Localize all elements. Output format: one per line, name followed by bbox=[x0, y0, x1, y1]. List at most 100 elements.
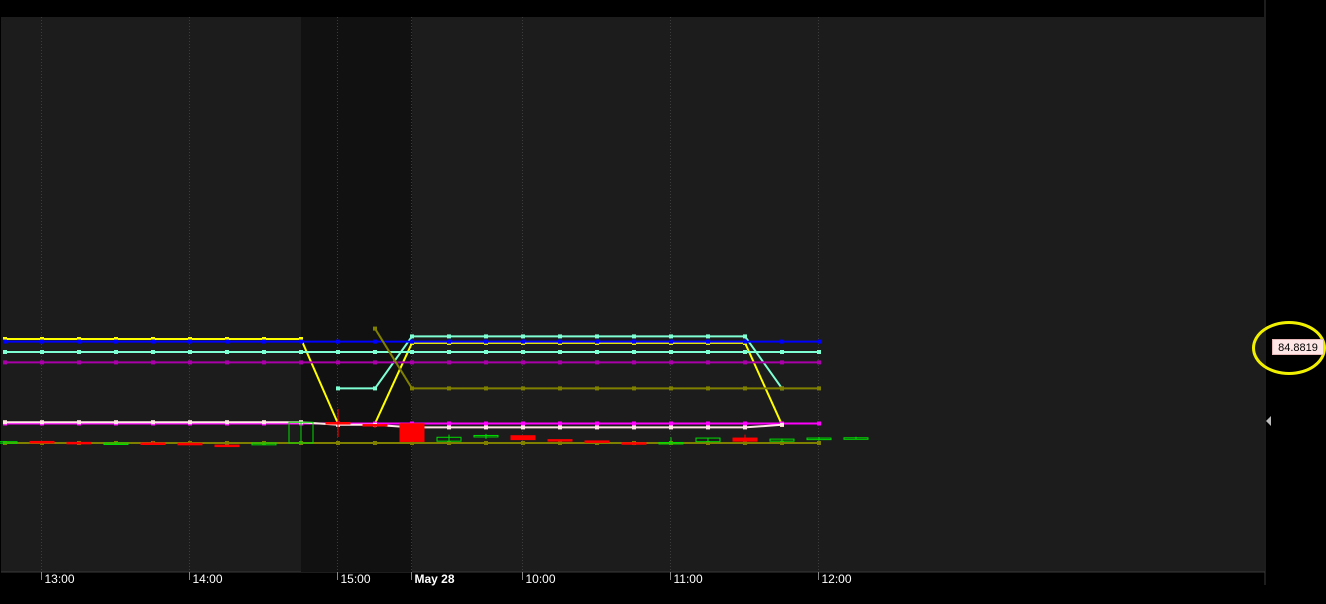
series-point bbox=[817, 350, 821, 354]
series-point bbox=[706, 386, 710, 391]
series-point bbox=[336, 339, 340, 344]
series-point bbox=[77, 360, 81, 365]
series-point bbox=[3, 360, 7, 365]
candle-body bbox=[214, 444, 240, 448]
series-point bbox=[558, 421, 562, 426]
series-point bbox=[262, 360, 266, 365]
series-point bbox=[558, 425, 562, 430]
series-point bbox=[225, 339, 229, 344]
series-point bbox=[780, 386, 784, 391]
series-point bbox=[743, 425, 747, 430]
series-point bbox=[817, 386, 821, 391]
series-point bbox=[669, 360, 673, 365]
series-point bbox=[521, 360, 525, 365]
series-point bbox=[743, 334, 747, 339]
series-point bbox=[743, 386, 747, 391]
series-point bbox=[77, 350, 81, 354]
series-point bbox=[780, 350, 784, 354]
series-point bbox=[632, 386, 636, 391]
series-point bbox=[817, 360, 821, 365]
series-point bbox=[558, 334, 562, 339]
series-point bbox=[447, 425, 451, 430]
series-point bbox=[558, 360, 562, 365]
chart-svg[interactable]: 13:00 14:00 15:00 May 28 10:00 11:00 12:00 bbox=[0, 0, 1326, 599]
series-point bbox=[706, 350, 710, 354]
series-point bbox=[373, 326, 377, 331]
series-point bbox=[410, 386, 414, 391]
series-point bbox=[373, 386, 377, 391]
series-point bbox=[299, 360, 303, 365]
series-point bbox=[521, 386, 525, 391]
series-point bbox=[225, 441, 229, 445]
x-tick-label: 12:00 bbox=[822, 572, 852, 586]
series-point bbox=[595, 339, 599, 344]
series-point bbox=[632, 360, 636, 365]
series-point bbox=[521, 421, 525, 426]
price-chart[interactable]: 13:00 14:00 15:00 May 28 10:00 11:00 12:00 84.… bbox=[0, 0, 1326, 599]
series-point bbox=[336, 350, 340, 354]
series-point bbox=[706, 425, 710, 430]
series-point bbox=[632, 350, 636, 354]
plot-area bbox=[1, 0, 1264, 572]
series-point bbox=[262, 339, 266, 344]
series-point bbox=[114, 360, 118, 365]
x-tick-label: 11:00 bbox=[674, 572, 703, 586]
series-point bbox=[447, 339, 451, 344]
x-tick-label: 13:00 bbox=[45, 572, 75, 586]
series-point bbox=[521, 425, 525, 430]
series-point bbox=[669, 339, 673, 344]
series-point bbox=[484, 421, 488, 426]
series-point bbox=[188, 420, 192, 425]
series-point bbox=[114, 420, 118, 425]
series-point bbox=[151, 420, 155, 425]
series-point bbox=[447, 334, 451, 339]
x-tick-label: May 28 bbox=[415, 572, 455, 586]
candle-body bbox=[29, 440, 55, 444]
series-point bbox=[77, 339, 81, 344]
series-point bbox=[669, 421, 673, 426]
series-point bbox=[151, 360, 155, 365]
series-point bbox=[447, 360, 451, 365]
series-point bbox=[336, 360, 340, 365]
series-point bbox=[114, 339, 118, 344]
series-point bbox=[410, 334, 414, 339]
series-point bbox=[743, 350, 747, 354]
candle-body bbox=[177, 442, 203, 446]
series-point bbox=[114, 350, 118, 354]
series-point bbox=[706, 339, 710, 344]
series-point bbox=[40, 339, 44, 344]
last-price-label: 84.8819 bbox=[1272, 339, 1324, 355]
series-point bbox=[632, 425, 636, 430]
series-point bbox=[743, 360, 747, 365]
x-tick-label: 15:00 bbox=[341, 572, 371, 586]
series-point bbox=[521, 441, 525, 445]
series-point bbox=[3, 350, 7, 354]
series-point bbox=[558, 350, 562, 354]
candle-body bbox=[362, 424, 388, 427]
candle-body bbox=[547, 439, 573, 442]
series-point bbox=[3, 339, 7, 344]
series-point bbox=[373, 360, 377, 365]
series-point bbox=[447, 421, 451, 426]
series-point bbox=[595, 386, 599, 391]
series-point bbox=[151, 350, 155, 354]
series-point bbox=[669, 350, 673, 354]
series-point bbox=[484, 334, 488, 339]
top-strip bbox=[1, 0, 1264, 17]
series-point bbox=[3, 420, 7, 425]
series-point bbox=[262, 350, 266, 354]
series-point bbox=[780, 360, 784, 365]
series-point bbox=[595, 350, 599, 354]
series-point bbox=[410, 360, 414, 365]
candle-body bbox=[325, 421, 351, 425]
series-point bbox=[336, 386, 340, 391]
series-point bbox=[484, 350, 488, 354]
series-point bbox=[706, 334, 710, 339]
series-point bbox=[632, 421, 636, 426]
series-point bbox=[669, 334, 673, 339]
series-point bbox=[817, 441, 821, 445]
series-point bbox=[40, 360, 44, 365]
series-point bbox=[188, 339, 192, 344]
series-point bbox=[40, 420, 44, 425]
series-point bbox=[299, 339, 303, 344]
